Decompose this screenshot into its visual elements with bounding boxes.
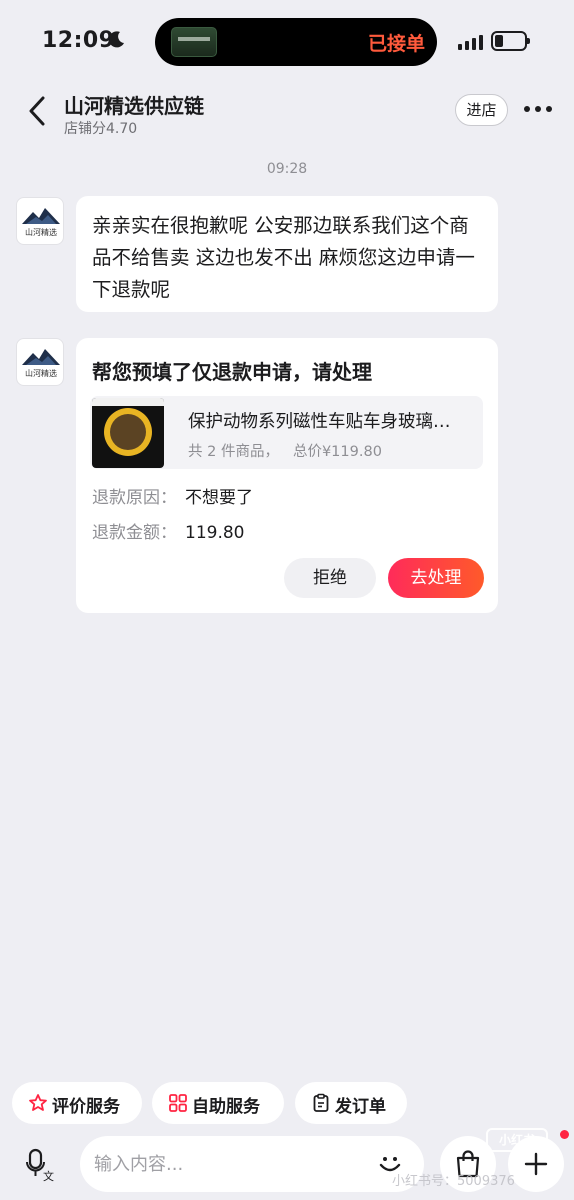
voice-translate-icon[interactable]: 文 bbox=[26, 1148, 56, 1184]
shop-avatar[interactable]: 山河精选 bbox=[16, 197, 64, 245]
self-service-label: 自助服务 bbox=[192, 1097, 260, 1117]
product-title: 保护动物系列磁性车贴车身玻璃… bbox=[188, 412, 451, 432]
refund-amount-value: 119.80 bbox=[185, 523, 245, 543]
mountain-logo-icon bbox=[22, 349, 60, 365]
signal-icon bbox=[458, 34, 484, 50]
refund-amount-row: 退款金额： 119.80 bbox=[92, 518, 244, 543]
item-count: 共 2 件商品， bbox=[188, 444, 279, 460]
message-bubble: 亲亲实在很抱歉呢 公安那边联系我们这个商品不给售卖 这边也发不出 麻烦您这边申请… bbox=[76, 196, 498, 312]
card-title: 帮您预填了仅退款申请，请处理 bbox=[92, 360, 372, 384]
refund-reason-row: 退款原因： 不想要了 bbox=[92, 483, 253, 508]
rate-service-button[interactable]: 评价服务 bbox=[12, 1082, 142, 1124]
watermark-logo: 小红书 bbox=[486, 1128, 548, 1152]
refund-reason-label: 退款原因： bbox=[92, 488, 177, 508]
clipboard-icon bbox=[313, 1093, 329, 1112]
message-timestamp: 09:28 bbox=[266, 161, 308, 177]
status-time: 12:09 bbox=[42, 28, 115, 53]
send-order-label: 发订单 bbox=[335, 1097, 386, 1117]
process-button[interactable]: 去处理 bbox=[388, 558, 484, 598]
send-order-button[interactable]: 发订单 bbox=[295, 1082, 407, 1124]
refund-amount-label: 退款金额： bbox=[92, 523, 177, 543]
product-meta: 共 2 件商品， 总价¥119.80 bbox=[188, 440, 382, 461]
product-image bbox=[92, 398, 164, 468]
avatar-label: 山河精选 bbox=[25, 369, 57, 378]
more-options-icon[interactable] bbox=[524, 106, 552, 114]
chat-header: 山河精选供应链 店铺分4.70 进店 bbox=[0, 84, 574, 144]
star-flower-icon bbox=[29, 1094, 47, 1111]
shop-avatar[interactable]: 山河精选 bbox=[16, 338, 64, 386]
message-input[interactable] bbox=[94, 1146, 364, 1182]
svg-text:文: 文 bbox=[43, 1169, 54, 1183]
product-summary[interactable]: 保护动物系列磁性车贴车身玻璃… 共 2 件商品， 总价¥119.80 bbox=[90, 396, 483, 469]
island-thumbnail bbox=[171, 27, 217, 57]
back-arrow-icon[interactable] bbox=[26, 94, 50, 128]
plus-icon bbox=[524, 1152, 548, 1176]
moon-icon bbox=[108, 31, 124, 48]
battery-icon bbox=[491, 31, 530, 51]
grid-icon bbox=[169, 1094, 187, 1112]
message-input-box bbox=[80, 1136, 424, 1192]
reject-button[interactable]: 拒绝 bbox=[284, 558, 376, 598]
enter-store-button[interactable]: 进店 bbox=[455, 94, 508, 126]
notification-dot bbox=[560, 1130, 569, 1139]
total-price: 总价¥119.80 bbox=[292, 444, 382, 460]
shop-name[interactable]: 山河精选供应链 bbox=[64, 90, 204, 119]
island-status-text: 已接单 bbox=[367, 33, 425, 55]
refund-request-card: 帮您预填了仅退款申请，请处理 保护动物系列磁性车贴车身玻璃… 共 2 件商品， 总… bbox=[76, 338, 498, 613]
rate-service-label: 评价服务 bbox=[52, 1097, 120, 1117]
shop-score: 店铺分4.70 bbox=[64, 121, 138, 137]
mountain-logo-icon bbox=[22, 208, 60, 224]
self-service-button[interactable]: 自助服务 bbox=[152, 1082, 284, 1124]
dynamic-island[interactable]: 已接单 bbox=[155, 18, 437, 66]
status-bar: 12:09 已接单 bbox=[0, 0, 574, 84]
watermark-text: 小红书号：5009376 bbox=[392, 1174, 515, 1189]
avatar-label: 山河精选 bbox=[25, 228, 57, 237]
refund-reason-value: 不想要了 bbox=[185, 488, 253, 508]
